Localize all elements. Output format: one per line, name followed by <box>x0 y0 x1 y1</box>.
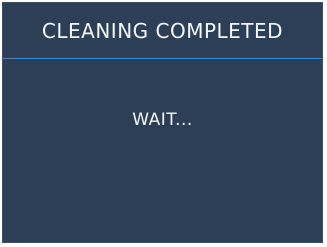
page-title: CLEANING COMPLETED <box>41 18 284 43</box>
status-panel: CLEANING COMPLETED WAIT... <box>2 2 323 243</box>
status-message: WAIT... <box>132 110 193 130</box>
panel-header: CLEANING COMPLETED <box>3 3 322 59</box>
device-screen: CLEANING COMPLETED WAIT... <box>0 0 327 247</box>
